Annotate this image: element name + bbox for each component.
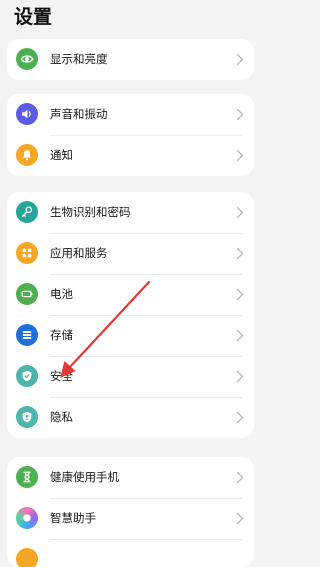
chevron-right-icon <box>236 370 244 383</box>
settings-item-label: 隐私 <box>50 410 73 424</box>
chevron-right-icon <box>236 288 244 301</box>
settings-item-partial[interactable] <box>7 539 254 567</box>
chevron-right-icon <box>236 411 244 424</box>
page-title: 设置 <box>14 6 53 28</box>
settings-item-label: 通知 <box>50 148 73 162</box>
chevron-right-icon <box>236 471 244 484</box>
settings-item-label: 安全 <box>50 369 73 383</box>
settings-item-label: 健康使用手机 <box>50 470 119 484</box>
chevron-right-icon <box>236 512 244 525</box>
settings-item-battery[interactable]: 电池 <box>7 274 254 315</box>
key-icon <box>16 201 38 223</box>
partial-row-icon <box>16 548 38 567</box>
assistant-icon <box>16 507 38 529</box>
settings-item-notifications[interactable]: 通知 <box>7 135 254 176</box>
chevron-right-icon <box>236 108 244 121</box>
chevron-right-icon <box>236 206 244 219</box>
settings-item-sound-vibration[interactable]: 声音和振动 <box>7 94 254 135</box>
storage-icon <box>16 324 38 346</box>
settings-item-digital-balance[interactable]: 健康使用手机 <box>7 457 254 498</box>
battery-icon <box>16 283 38 305</box>
settings-item-label: 声音和振动 <box>50 107 108 121</box>
bell-icon <box>16 144 38 166</box>
settings-item-display-brightness[interactable]: 显示和亮度 <box>7 39 254 80</box>
settings-item-security[interactable]: 安全 <box>7 356 254 397</box>
chevron-right-icon <box>236 149 244 162</box>
settings-item-label: 电池 <box>50 287 73 301</box>
settings-group-wellbeing: 健康使用手机 智慧助手 <box>7 457 254 567</box>
settings-item-label: 智慧助手 <box>50 511 96 525</box>
apps-grid-icon <box>16 242 38 264</box>
settings-item-smart-assistant[interactable]: 智慧助手 <box>7 498 254 539</box>
settings-item-label: 显示和亮度 <box>50 52 108 66</box>
chevron-right-icon <box>236 53 244 66</box>
settings-item-storage[interactable]: 存储 <box>7 315 254 356</box>
chevron-right-icon <box>236 247 244 260</box>
settings-group-system: 生物识别和密码 应用和服务 电池 存储 安全 隐私 <box>7 192 254 438</box>
settings-item-biometrics-password[interactable]: 生物识别和密码 <box>7 192 254 233</box>
hourglass-icon <box>16 466 38 488</box>
eye-icon <box>16 48 38 70</box>
volume-icon <box>16 103 38 125</box>
privacy-shield-icon <box>16 406 38 428</box>
settings-group-sound-notifications: 声音和振动 通知 <box>7 94 254 176</box>
settings-item-privacy[interactable]: 隐私 <box>7 397 254 438</box>
settings-item-label: 应用和服务 <box>50 246 108 260</box>
settings-item-label: 生物识别和密码 <box>50 205 131 219</box>
chevron-right-icon <box>236 329 244 342</box>
shield-check-icon <box>16 365 38 387</box>
settings-item-label: 存储 <box>50 328 73 342</box>
settings-item-apps-services[interactable]: 应用和服务 <box>7 233 254 274</box>
settings-group-display: 显示和亮度 <box>7 39 254 80</box>
